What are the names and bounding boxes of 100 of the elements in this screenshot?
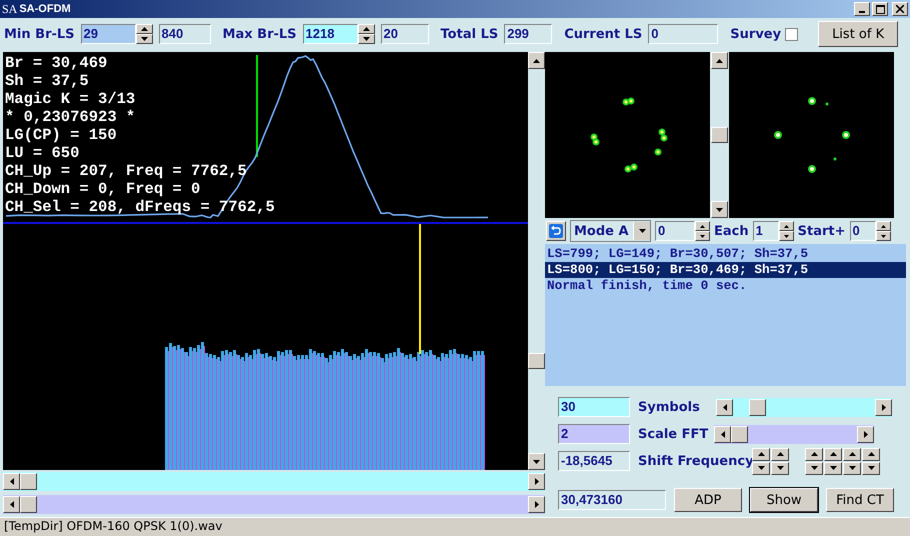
input-field[interactable]: 1218 — [302, 24, 358, 44]
scroll-right-button[interactable] — [528, 473, 545, 490]
scroll-thumb[interactable] — [749, 398, 766, 416]
scroll-right-button[interactable] — [857, 426, 874, 442]
step-up-button[interactable] — [824, 448, 842, 460]
list-item[interactable]: LS=800; LG=150; Br=30,469; Sh=37,5 — [545, 262, 906, 278]
right-arrow-icon — [882, 404, 886, 410]
minimize-button[interactable] — [854, 2, 870, 16]
spin-up-button[interactable] — [695, 221, 710, 231]
input-field[interactable]: 0 — [850, 221, 876, 241]
scroll-bar[interactable] — [711, 52, 728, 218]
step-up-button[interactable] — [771, 448, 789, 460]
survey-checkbox[interactable] — [785, 28, 798, 40]
field-label: Max Br-LS — [222, 26, 297, 42]
scroll-bar[interactable] — [3, 472, 545, 491]
maximize-button[interactable] — [872, 2, 888, 16]
spin-down-button[interactable] — [778, 231, 794, 241]
list-item[interactable]: Normal finish, time 0 sec. — [545, 278, 906, 294]
input-field[interactable]: 29 — [80, 24, 136, 44]
scroll-left-button[interactable] — [716, 398, 733, 416]
readout-line: CH_Down = 0, Freq = 0 — [5, 180, 202, 198]
spin-up-button[interactable] — [778, 221, 794, 231]
scroll-thumb[interactable] — [731, 426, 748, 442]
list-button[interactable]: List of K — [818, 21, 898, 47]
up-arrow-icon — [716, 58, 723, 62]
down-arrow-icon — [776, 466, 784, 470]
left-arrow-icon — [720, 430, 724, 438]
spin-down-button[interactable] — [136, 34, 153, 44]
scroll-bar[interactable] — [716, 398, 892, 416]
left-arrow-icon — [10, 501, 14, 508]
left-arrow-icon — [10, 478, 14, 485]
step-down-button[interactable] — [843, 462, 861, 474]
step-down-button[interactable] — [824, 462, 842, 474]
close-button[interactable] — [892, 2, 908, 16]
scroll-right-button[interactable] — [528, 496, 545, 513]
step-down-button[interactable] — [752, 462, 770, 474]
result-field: 30,473160 — [558, 490, 666, 510]
scroll-left-button[interactable] — [714, 426, 731, 442]
readout-line: LG(CP) = 150 — [5, 126, 118, 144]
step-up-button[interactable] — [862, 448, 880, 460]
scroll-left-button[interactable] — [3, 473, 20, 490]
value-field: -18,5645 — [558, 451, 630, 471]
field-label: Each — [714, 224, 749, 238]
scroll-left-button[interactable] — [3, 496, 20, 513]
spin-up-button[interactable] — [358, 24, 375, 34]
action-button[interactable]: Find CT — [826, 488, 894, 512]
field-label: Min Br-LS — [4, 26, 75, 42]
up-arrow-icon — [533, 58, 540, 62]
spin-down-button[interactable] — [695, 231, 710, 241]
scroll-bar[interactable] — [3, 495, 545, 514]
step-down-button[interactable] — [862, 462, 880, 474]
spin-up-button[interactable] — [136, 24, 153, 34]
status-bar: [TempDir] OFDM-160 QPSK 1(0).wav — [0, 517, 910, 536]
spin-up-button[interactable] — [876, 221, 890, 231]
input-field[interactable]: 30 — [558, 397, 630, 417]
spin-down-button[interactable] — [358, 34, 375, 44]
readout-line: * 0,23076923 * — [5, 108, 136, 126]
scroll-thumb[interactable] — [20, 473, 37, 490]
step-down-button[interactable] — [805, 462, 823, 474]
down-arrow-icon — [700, 234, 705, 238]
mode-dropdown[interactable]: Mode A — [570, 220, 651, 242]
scroll-up-button[interactable] — [528, 52, 545, 69]
input-field[interactable]: 1 — [752, 221, 779, 241]
scroll-thumb[interactable] — [711, 127, 728, 143]
action-button[interactable]: Show — [750, 488, 818, 512]
undo-button[interactable] — [546, 221, 566, 241]
scroll-bar[interactable] — [714, 424, 874, 444]
step-up-button[interactable] — [843, 448, 861, 460]
scroll-thumb[interactable] — [528, 353, 545, 369]
up-arrow-icon — [810, 452, 818, 456]
value-field: 299 — [504, 24, 552, 44]
scroll-right-button[interactable] — [875, 398, 892, 416]
input-field[interactable]: 0 — [655, 221, 695, 241]
readout-line: CH_Up = 207, Freq = 7762,5 — [5, 162, 248, 180]
scroll-thumb[interactable] — [20, 496, 37, 513]
input-field[interactable]: 2 — [558, 424, 630, 444]
window-title: SA-OFDM — [19, 3, 71, 15]
step-up-button[interactable] — [805, 448, 823, 460]
scroll-down-button[interactable] — [528, 453, 545, 470]
down-arrow-icon — [758, 466, 764, 470]
scroll-bar[interactable] — [528, 52, 545, 470]
field-label: Start+ — [798, 224, 846, 238]
spin-down-button[interactable] — [876, 231, 890, 241]
close-icon — [896, 5, 904, 13]
down-arrow-icon — [810, 466, 818, 470]
scroll-up-button[interactable] — [711, 52, 728, 69]
action-button[interactable]: ADP — [674, 488, 742, 512]
dropdown-arrow-icon — [638, 229, 646, 233]
step-up-button[interactable] — [752, 448, 770, 460]
readout-line: Magic K = 3/13 — [5, 90, 136, 108]
down-arrow-icon — [533, 460, 540, 464]
field-label: Shift Frequency — [638, 454, 752, 468]
up-arrow-icon — [830, 452, 836, 456]
field-label: Current LS — [564, 26, 642, 42]
step-down-button[interactable] — [771, 462, 789, 474]
readout-line: Sh = 37,5 — [5, 72, 90, 90]
scroll-down-button[interactable] — [711, 201, 728, 218]
list-item[interactable]: LS=799; LG=149; Br=30,507; Sh=37,5 — [545, 246, 906, 262]
readout-line: Br = 30,469 — [5, 54, 108, 72]
up-arrow-icon — [868, 452, 874, 456]
